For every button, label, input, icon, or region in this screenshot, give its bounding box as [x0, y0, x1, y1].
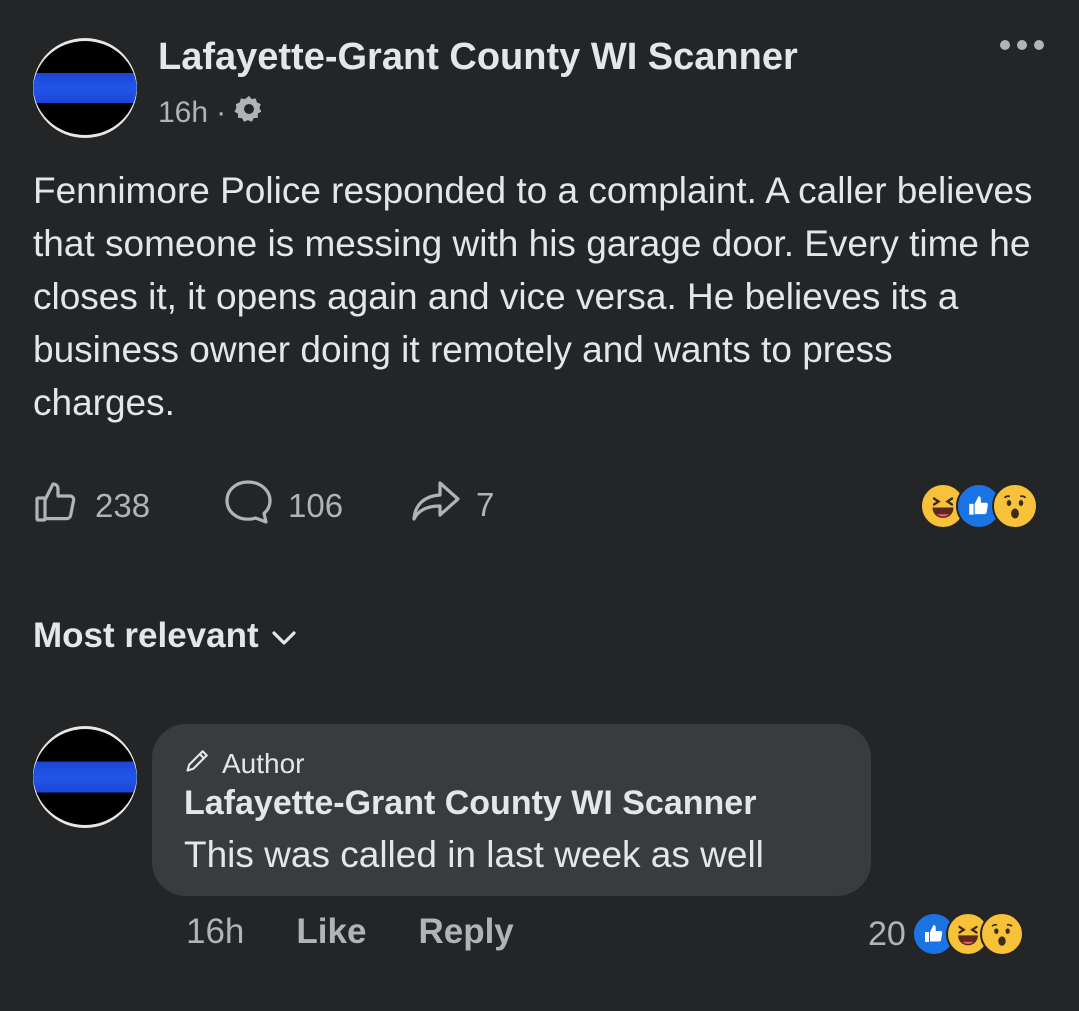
dot: [1034, 40, 1044, 50]
comment-reaction-summary[interactable]: 20: [868, 912, 1024, 956]
like-count: 238: [95, 487, 151, 524]
comment-count: 106: [288, 487, 344, 524]
author-badge: Author: [184, 746, 305, 781]
thumbs-up-icon: [33, 478, 81, 534]
comment-button[interactable]: 106: [222, 478, 343, 534]
comment-icon: [222, 478, 274, 534]
wow-reaction-icon: [992, 483, 1038, 529]
chevron-down-icon: [271, 616, 297, 656]
share-icon: [410, 478, 462, 532]
page-avatar[interactable]: [33, 38, 137, 138]
reaction-summary[interactable]: [920, 483, 1038, 529]
dot: [1000, 40, 1010, 50]
more-dots-icon[interactable]: [1000, 40, 1044, 50]
comment-like-button[interactable]: Like: [296, 912, 366, 952]
author-badge-label: Author: [222, 747, 305, 779]
commenter-name[interactable]: Lafayette-Grant County WI Scanner: [184, 784, 756, 823]
dot: [1017, 40, 1027, 50]
share-button[interactable]: 7: [410, 478, 494, 532]
sort-label: Most relevant: [33, 616, 259, 655]
gear-icon: [234, 94, 264, 132]
comment-reaction-count: 20: [868, 914, 906, 953]
share-count: 7: [476, 486, 495, 523]
comment-text: This was called in last week as well: [184, 834, 764, 875]
comment-actions: 16h Like Reply: [186, 912, 514, 952]
page-name[interactable]: Lafayette-Grant County WI Scanner: [158, 36, 798, 79]
meta-separator: ·: [216, 96, 227, 129]
comment-time[interactable]: 16h: [186, 912, 244, 952]
comment-sort-dropdown[interactable]: Most relevant: [33, 616, 297, 656]
post-time[interactable]: 16h: [158, 96, 208, 130]
commenter-avatar[interactable]: [33, 726, 137, 828]
comment-reply-button[interactable]: Reply: [418, 912, 513, 952]
post-meta: 16h ·: [158, 94, 264, 132]
pencil-icon: [184, 746, 212, 781]
wow-reaction-icon: [979, 912, 1024, 956]
post-text: Fennimore Police responded to a complain…: [33, 170, 1033, 423]
like-button[interactable]: 238: [33, 478, 150, 534]
